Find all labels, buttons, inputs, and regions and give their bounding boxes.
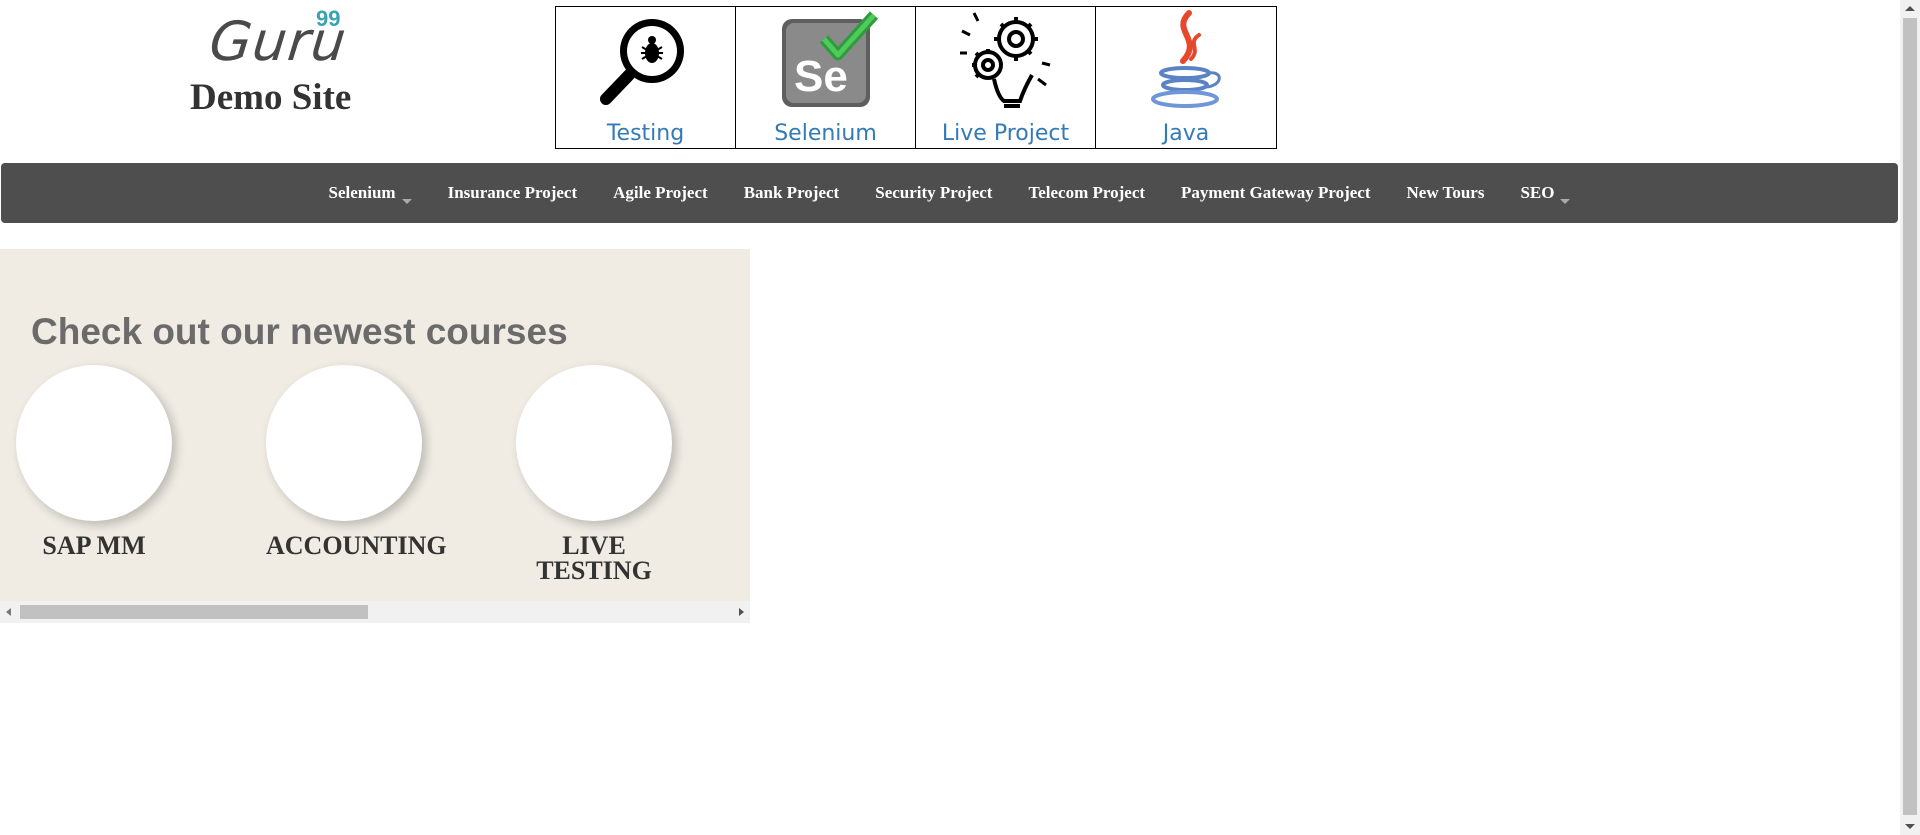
course-image[interactable] — [516, 365, 672, 521]
logo-superscript: 99 — [316, 6, 341, 31]
course-title[interactable]: ACCOUNTING — [266, 533, 456, 559]
page-vertical-scrollbar[interactable] — [1900, 0, 1920, 835]
java-cup-icon — [1151, 10, 1221, 108]
nav-item-agile-project[interactable]: Agile Project — [595, 183, 726, 203]
nav-item-label: New Tours — [1406, 183, 1485, 202]
scroll-down-arrow-icon[interactable] — [1905, 824, 1915, 829]
course-image[interactable] — [16, 365, 172, 521]
scroll-left-arrow-icon[interactable] — [6, 608, 11, 616]
selenium-check-icon: Se — [781, 11, 878, 107]
nav-item-label: Bank Project — [743, 183, 840, 202]
magnifier-bug-icon — [599, 19, 684, 105]
main-navbar: Selenium Insurance Project Agile Project… — [1, 163, 1898, 223]
scrollbar-thumb[interactable] — [20, 605, 368, 619]
nav-item-label: SEO — [1520, 182, 1555, 202]
caret-down-icon — [1560, 198, 1571, 204]
nav-item-security-project[interactable]: Security Project — [857, 183, 1010, 203]
nav-item-label: Payment Gateway Project — [1181, 183, 1371, 202]
nav-item-label: Insurance Project — [447, 183, 578, 202]
nav-item-insurance-project[interactable]: Insurance Project — [430, 183, 596, 203]
site-logo[interactable]: Guru 99 Demo Site — [160, 4, 395, 122]
course-title[interactable]: LIVE TESTING — [529, 533, 659, 584]
course-title[interactable]: SAP MM — [0, 533, 189, 559]
tile-label: Java — [1162, 121, 1210, 146]
tile-java[interactable]: Java — [1096, 7, 1276, 148]
tile-label: Selenium — [774, 121, 877, 146]
course-card-accounting[interactable]: ACCOUNTING — [266, 365, 456, 559]
course-image[interactable] — [266, 365, 422, 521]
scroll-right-arrow-icon[interactable] — [739, 608, 744, 616]
courses-heading: Check out our newest courses — [31, 311, 568, 352]
tile-label: Live Project — [941, 121, 1070, 146]
tile-label: Testing — [606, 121, 685, 146]
caret-down-icon — [401, 198, 412, 204]
nav-item-seo[interactable]: SEO — [1502, 183, 1588, 204]
nav-item-new-tours[interactable]: New Tours — [1389, 183, 1503, 203]
nav-item-label: Telecom Project — [1028, 183, 1146, 202]
top-tiles: Testing Se Selenium Live Project Java — [555, 6, 1277, 149]
course-card-sap-mm[interactable]: SAP MM — [0, 365, 189, 559]
course-card-live-testing[interactable]: LIVE TESTING — [499, 365, 689, 584]
scroll-up-arrow-icon[interactable] — [1905, 6, 1915, 11]
nav-item-label: Selenium — [328, 182, 396, 202]
scrollbar-thumb[interactable] — [1903, 18, 1917, 815]
nav-item-selenium[interactable]: Selenium — [311, 183, 430, 204]
gears-bulb-icon — [959, 12, 1050, 108]
nav-item-telecom-project[interactable]: Telecom Project — [1010, 183, 1163, 203]
tile-testing[interactable]: Testing — [556, 7, 736, 148]
nav-item-bank-project[interactable]: Bank Project — [726, 183, 858, 203]
nav-item-payment-gateway-project[interactable]: Payment Gateway Project — [1163, 183, 1388, 203]
tile-live-project[interactable]: Live Project — [916, 7, 1096, 148]
newest-courses-panel: Check out our newest courses SAP MM ACCO… — [0, 249, 750, 623]
nav-item-label: Security Project — [875, 183, 993, 202]
nav-item-label: Agile Project — [613, 183, 708, 202]
tile-selenium[interactable]: Se Selenium — [736, 7, 916, 148]
nav-items: Selenium Insurance Project Agile Project… — [1, 163, 1898, 223]
site-name: Demo Site — [190, 77, 352, 118]
courses-horizontal-scrollbar[interactable] — [0, 601, 750, 623]
